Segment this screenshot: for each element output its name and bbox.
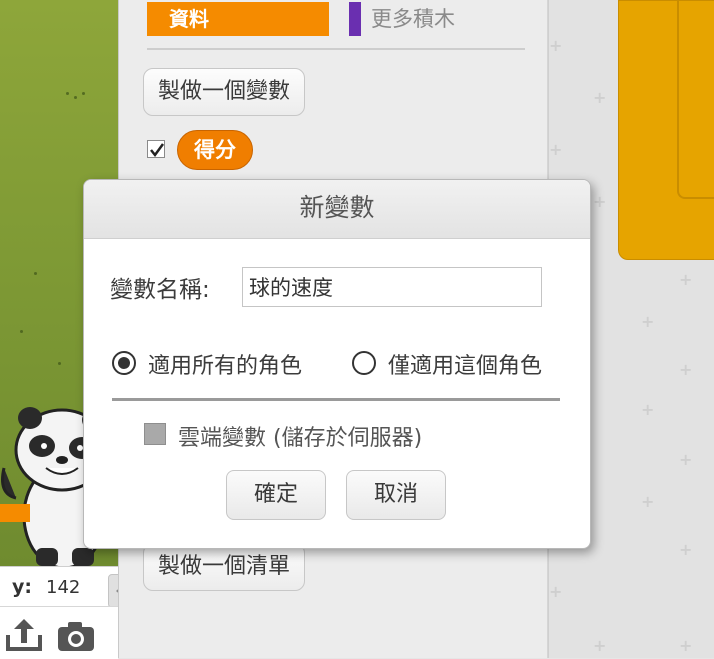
category-data[interactable]: 資料 <box>147 2 329 36</box>
make-variable-button[interactable]: 製做一個變數 <box>143 68 306 116</box>
texture-dot <box>34 272 37 275</box>
dialog-title[interactable]: 新變數 <box>84 180 590 239</box>
category-divider <box>147 48 525 50</box>
texture-dot <box>20 330 23 333</box>
grid-plus: + <box>679 450 693 469</box>
new-variable-dialog: 新變數 變數名稱: 適用所有的角色 僅適用這個角色 雲端變數 (儲存於伺服器) … <box>83 179 591 549</box>
cloud-variable-label: 雲端變數 (儲存於伺服器) <box>178 426 423 451</box>
dialog-divider <box>112 398 560 401</box>
grid-plus: + <box>549 582 563 601</box>
y-coord-value: 142 <box>46 577 81 598</box>
camera-icon <box>58 622 94 651</box>
grid-plus: + <box>641 312 655 331</box>
category-more-blocks-swatch[interactable] <box>349 2 361 36</box>
texture-dot <box>66 92 69 95</box>
script-block[interactable] <box>618 0 714 260</box>
make-list-button[interactable]: 製做一個清單 <box>143 543 306 591</box>
y-coord-label: y: <box>12 576 32 598</box>
stage-orange-bar <box>0 504 30 522</box>
sprite-toolbar <box>0 606 118 659</box>
variable-reporter-block[interactable]: 得分 <box>177 130 253 170</box>
grid-plus: + <box>593 88 607 107</box>
scope-this-sprite-radio[interactable] <box>352 351 376 375</box>
grid-plus: + <box>593 636 607 655</box>
grid-plus: + <box>641 400 655 419</box>
variable-name-input[interactable] <box>242 267 542 307</box>
texture-dot <box>58 362 61 365</box>
grid-plus: + <box>593 192 607 211</box>
texture-dot <box>74 96 77 99</box>
ok-button[interactable]: 確定 <box>226 470 326 520</box>
grid-plus: + <box>679 540 693 559</box>
variable-name-label: 變數名稱: <box>110 277 210 303</box>
checkmark-icon <box>150 143 165 158</box>
texture-dot <box>82 92 85 95</box>
scope-this-sprite-label[interactable]: 僅適用這個角色 <box>388 348 542 380</box>
scope-all-sprites-radio[interactable] <box>112 351 136 375</box>
grid-plus: + <box>679 270 693 289</box>
grid-plus: + <box>679 636 693 655</box>
upload-sprite-button[interactable] <box>4 617 44 653</box>
cancel-button[interactable]: 取消 <box>346 470 446 520</box>
variable-checkbox[interactable] <box>147 140 165 158</box>
grid-plus: + <box>549 36 563 55</box>
script-block-inner <box>677 1 714 199</box>
upload-sprite-icon <box>6 619 42 651</box>
scope-all-sprites-label[interactable]: 適用所有的角色 <box>148 348 302 380</box>
grid-plus: + <box>549 140 563 159</box>
category-more-blocks[interactable]: 更多積木 <box>371 2 455 36</box>
camera-button[interactable] <box>56 617 96 653</box>
radio-selected-dot <box>118 357 130 369</box>
cloud-variable-checkbox[interactable] <box>144 423 166 445</box>
coordinate-readout: y: 142 <box>0 566 118 607</box>
grid-plus: + <box>641 492 655 511</box>
grid-plus: + <box>679 360 693 379</box>
